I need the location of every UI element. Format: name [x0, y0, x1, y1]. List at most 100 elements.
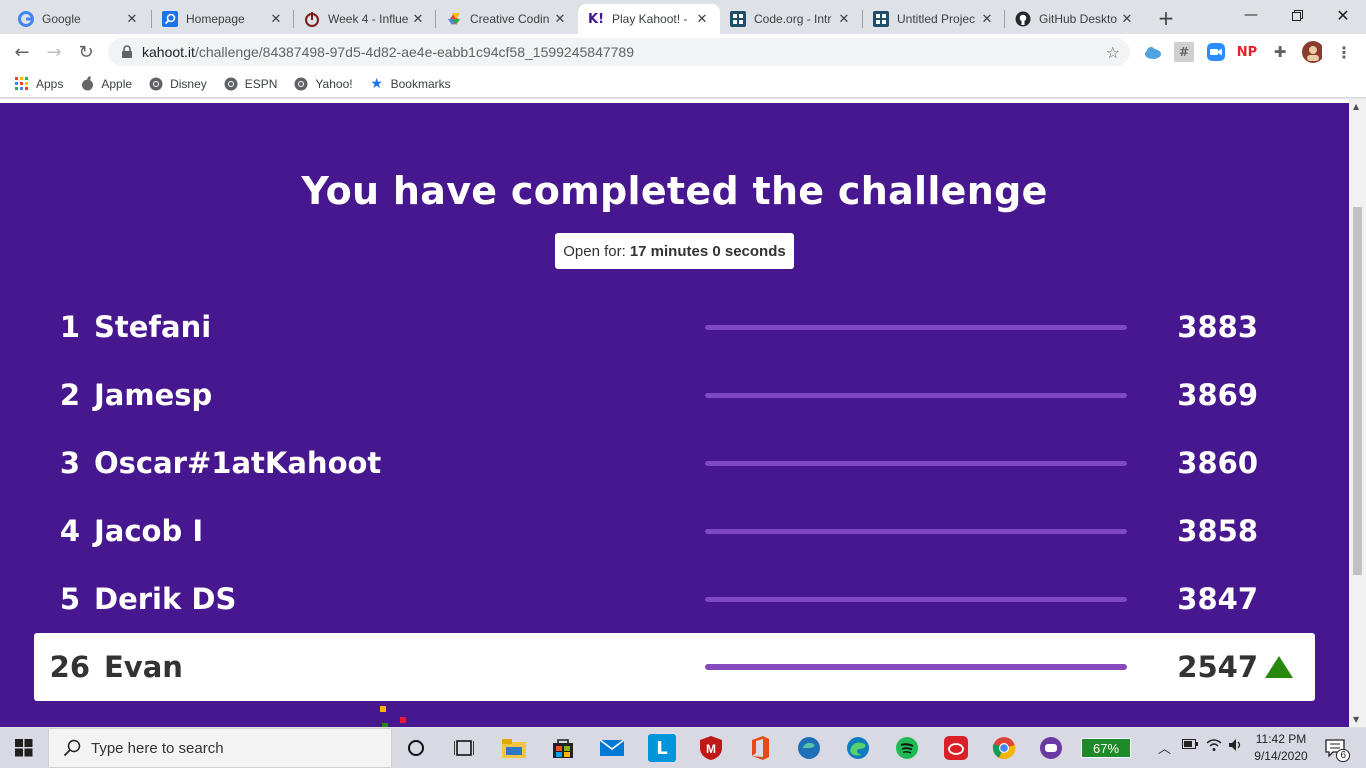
tab-title: Code.org - Intr	[754, 12, 832, 26]
taskbar-search-input[interactable]: Type here to search	[48, 728, 392, 768]
diamond-icon	[446, 11, 462, 27]
open-for-label: Open for:	[563, 242, 626, 260]
tab-untitled-project[interactable]: Untitled Projec ✕	[863, 4, 1005, 34]
reload-button[interactable]: ↻	[72, 38, 100, 66]
mail-icon[interactable]	[598, 734, 626, 762]
tab-google[interactable]: Google ✕	[8, 4, 150, 34]
minimize-button[interactable]: —	[1228, 0, 1274, 30]
score: 3869	[1177, 378, 1258, 412]
close-window-button[interactable]: ✕	[1320, 0, 1366, 30]
score-bar	[705, 529, 1127, 534]
browser-toolbar: ← → ↻ kahoot.it/challenge/84387498-97d5-…	[0, 34, 1366, 70]
leaderboard-row: 5 Derik DS 3847	[34, 565, 1315, 633]
puzzle-icon[interactable]: ✚	[1270, 42, 1290, 62]
bookmark-folder[interactable]: ★ Bookmarks	[369, 75, 450, 92]
wifi-icon[interactable]	[1206, 738, 1222, 756]
zoom-icon[interactable]	[1206, 42, 1226, 62]
app-icon[interactable]	[1037, 734, 1065, 762]
page-title: You have completed the challenge	[301, 169, 1048, 213]
open-for-value: 17 minutes 0 seconds	[629, 242, 786, 260]
close-icon[interactable]: ✕	[979, 11, 995, 27]
codeorg-icon	[873, 11, 889, 27]
edge-icon[interactable]	[844, 734, 872, 762]
bookmark-apple[interactable]: Apple	[79, 76, 132, 92]
rank: 1	[59, 310, 80, 344]
cloud-icon[interactable]	[1143, 42, 1163, 62]
tab-homepage[interactable]: Homepage ✕	[152, 4, 294, 34]
cortana-icon[interactable]	[402, 734, 430, 762]
player-name: Evan	[104, 650, 183, 684]
chevron-up-icon[interactable]: ︿	[1158, 738, 1171, 757]
search-blue-icon	[162, 11, 178, 27]
open-for-badge: Open for: 17 minutes 0 seconds	[555, 233, 794, 269]
rank: 26	[49, 650, 90, 684]
menu-dots-icon[interactable]: ⋮	[1334, 42, 1354, 62]
player-name: Derik DS	[94, 582, 237, 616]
page-viewport: You have completed the challenge Open fo…	[0, 99, 1366, 727]
spotify-icon[interactable]	[893, 734, 921, 762]
bookmark-apps[interactable]: Apps	[14, 76, 63, 92]
restore-button[interactable]	[1274, 0, 1320, 30]
close-icon[interactable]: ✕	[124, 11, 140, 27]
volume-icon[interactable]	[1228, 738, 1244, 756]
bookmark-espn[interactable]: ESPN	[223, 76, 278, 92]
creative-cloud-icon[interactable]	[942, 734, 970, 762]
address-bar[interactable]: kahoot.it/challenge/84387498-97d5-4d82-a…	[108, 38, 1130, 66]
confetti	[382, 723, 388, 727]
chrome-icon[interactable]	[990, 734, 1018, 762]
task-view-icon[interactable]	[450, 734, 478, 762]
star-icon: ★	[370, 75, 383, 91]
score-bar	[705, 325, 1127, 330]
tab-play-kahoot[interactable]: K! Play Kahoot! - ✕	[578, 4, 720, 34]
battery-badge[interactable]: 67%	[1081, 738, 1131, 758]
np-extension-icon[interactable]: NP	[1237, 42, 1257, 62]
clock-date: 9/14/2020	[1254, 749, 1308, 763]
bookmark-disney[interactable]: Disney	[148, 76, 207, 92]
store-icon[interactable]	[549, 734, 577, 762]
extension-icon[interactable]: #	[1174, 42, 1194, 62]
windows-icon	[15, 739, 33, 757]
close-icon[interactable]: ✕	[268, 11, 284, 27]
github-icon	[1015, 11, 1031, 27]
close-icon[interactable]: ✕	[694, 11, 710, 27]
apple-icon	[79, 76, 95, 92]
close-icon[interactable]: ✕	[410, 11, 426, 27]
bookmark-label: ESPN	[244, 76, 278, 91]
close-icon[interactable]: ✕	[1119, 11, 1135, 27]
windows-start-button[interactable]	[0, 728, 48, 768]
close-icon[interactable]: ✕	[836, 11, 852, 27]
url-host: kahoot.it	[142, 44, 195, 60]
rank: 4	[59, 514, 80, 548]
file-explorer-icon[interactable]	[500, 734, 528, 762]
leaderboard-row: 1 Stefani 3883	[34, 293, 1315, 361]
back-button[interactable]: ←	[8, 38, 36, 66]
edge-legacy-icon[interactable]	[795, 734, 823, 762]
tab-github-desktop[interactable]: GitHub Deskto ✕	[1005, 4, 1145, 34]
up-arrow-icon	[1265, 656, 1293, 678]
bookmark-star-icon[interactable]: ☆	[1106, 43, 1120, 62]
bookmark-yahoo[interactable]: Yahoo!	[293, 76, 353, 92]
system-clock[interactable]: 11:42 PM 9/14/2020	[1248, 731, 1314, 765]
office-icon[interactable]	[746, 734, 774, 762]
new-tab-button[interactable]: +	[1154, 6, 1178, 30]
tab-title: Play Kahoot! -	[612, 12, 688, 26]
scrollbar-thumb[interactable]	[1353, 207, 1362, 575]
tab-creative-coding[interactable]: Creative Codin ✕	[436, 4, 578, 34]
avatar[interactable]	[1302, 41, 1322, 63]
score: 2547	[1177, 650, 1258, 684]
rank: 3	[59, 446, 80, 480]
l-app-icon[interactable]: L	[648, 734, 676, 762]
tab-codeorg[interactable]: Code.org - Intr ✕	[720, 4, 862, 34]
scrollbar[interactable]: ▲ ▼	[1349, 99, 1366, 727]
mcafee-icon[interactable]: M	[697, 734, 725, 762]
notification-center-button[interactable]: 6	[1322, 736, 1350, 762]
close-icon[interactable]: ✕	[552, 11, 568, 27]
codeorg-icon	[730, 11, 746, 27]
scroll-up-icon[interactable]: ▲	[1353, 102, 1359, 111]
taskbar: Type here to search L M 67% ︿ 11:42 PM 9…	[0, 728, 1366, 768]
scroll-down-icon[interactable]: ▼	[1353, 715, 1359, 724]
tab-week4[interactable]: Week 4 - Influe ✕	[294, 4, 436, 34]
leaderboard-row: 3 Oscar#1atKahoot 3860	[34, 429, 1315, 497]
battery-icon[interactable]	[1182, 738, 1198, 753]
forward-button[interactable]: →	[40, 38, 68, 66]
